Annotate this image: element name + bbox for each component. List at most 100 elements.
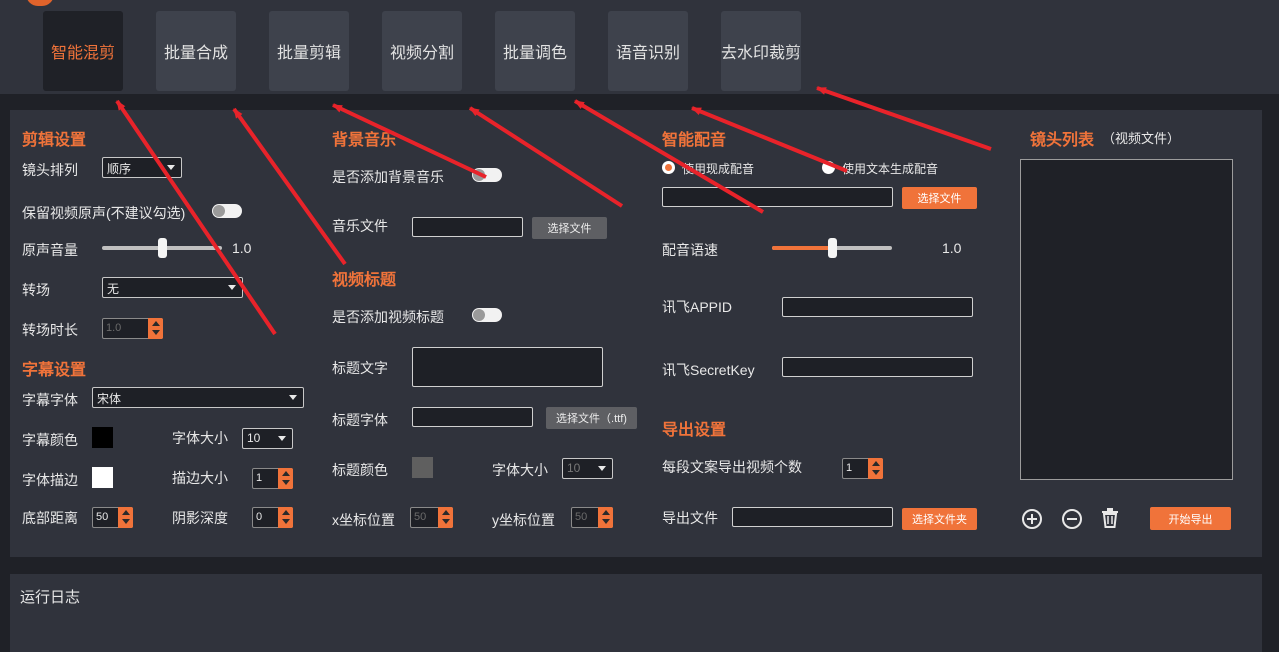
subtitle-font-value: 宋体 [97,392,122,406]
speech-speed-slider-fill [772,246,832,250]
transition-duration-stepper[interactable]: 1.0 [102,318,163,339]
tab-batch-color[interactable]: 批量调色 [495,11,575,91]
xunfei-appid-input[interactable] [782,297,973,317]
dubbing-existing-label: 使用现成配音 [682,162,755,176]
stroke-color-swatch[interactable] [92,467,113,488]
speech-speed-label: 配音语速 [662,242,718,258]
bgm-title: 背景音乐 [332,132,397,149]
title-color-label: 标题颜色 [332,462,388,478]
y-position-label: y坐标位置 [492,512,555,528]
chevron-down-icon [228,285,236,290]
minus-circle-icon[interactable] [1062,509,1082,529]
dubbing-title: 智能配音 [662,132,727,149]
export-count-stepper[interactable]: 1 [842,458,883,479]
export-choose-folder-button[interactable]: 选择文件夹 [902,508,977,530]
subtitle-size-label: 字体大小 [172,430,228,446]
top-tab-bar: 智能混剪 批量合成 批量剪辑 视频分割 批量调色 语音识别 去水印裁剪 [0,0,1279,94]
orig-volume-value: 1.0 [232,240,252,256]
dubbing-existing-radio[interactable] [662,161,675,174]
bottom-distance-stepper[interactable]: 50 [92,507,133,528]
shadow-depth-label: 阴影深度 [172,510,228,526]
export-file-label: 导出文件 [662,510,718,526]
stepper-arrows-icon[interactable] [278,468,293,489]
chevron-down-icon [167,165,175,170]
bgm-choose-file-button[interactable]: 选择文件 [532,217,607,239]
shot-order-value: 顺序 [107,162,132,176]
x-position-value: 50 [414,511,427,523]
shot-list-box[interactable] [1020,159,1233,480]
stepper-arrows-icon[interactable] [438,507,453,528]
transition-duration-value: 1.0 [106,322,122,334]
subtitle-font-select[interactable]: 宋体 [92,387,304,408]
video-title-title: 视频标题 [332,272,397,289]
edit-settings-title: 剪辑设置 [22,132,87,149]
bgm-add-label: 是否添加背景音乐 [332,169,444,185]
shot-list-title: 镜头列表 [1030,132,1095,149]
orig-volume-slider-thumb[interactable] [158,238,167,258]
stroke-size-stepper[interactable]: 1 [252,468,293,489]
title-size-label: 字体大小 [492,462,548,478]
dubbing-file-input[interactable] [662,187,893,207]
plus-circle-icon[interactable] [1022,509,1042,529]
transition-duration-label: 转场时长 [22,322,78,338]
xunfei-secretkey-label: 讯飞SecretKey [662,362,755,378]
subtitle-size-value: 10 [247,431,261,445]
title-font-choose-button[interactable]: 选择文件（.ttf) [546,407,637,429]
keep-audio-label: 保留视频原声(不建议勾选) [22,205,186,221]
transition-value: 无 [107,282,120,296]
stepper-arrows-icon[interactable] [868,458,883,479]
dubbing-choose-file-button[interactable]: 选择文件 [902,187,977,209]
speech-speed-slider[interactable] [772,238,892,258]
start-export-button[interactable]: 开始导出 [1150,507,1231,530]
x-position-stepper[interactable]: 50 [410,507,453,528]
subtitle-size-select[interactable]: 10 [242,428,293,449]
app-logo [26,0,54,6]
stepper-arrows-icon[interactable] [598,507,613,528]
keep-audio-toggle[interactable] [212,204,242,218]
tab-watermark-crop[interactable]: 去水印裁剪 [721,11,801,91]
orig-volume-label: 原声音量 [22,242,78,258]
title-font-label: 标题字体 [332,412,388,428]
title-text-label: 标题文字 [332,360,388,376]
export-settings-title: 导出设置 [662,422,727,439]
tab-batch-edit[interactable]: 批量剪辑 [269,11,349,91]
shadow-depth-stepper[interactable]: 0 [252,507,293,528]
dubbing-tts-radio[interactable] [822,161,835,174]
shot-order-select[interactable]: 顺序 [102,157,182,178]
title-size-select[interactable]: 10 [562,458,613,479]
speech-speed-slider-thumb[interactable] [828,238,837,258]
orig-volume-slider[interactable] [102,238,222,258]
shot-list-subtitle: （视频文件） [1102,131,1181,146]
title-size-value: 10 [567,461,581,475]
trash-icon[interactable] [1101,508,1119,528]
transition-select[interactable]: 无 [102,277,243,298]
title-color-swatch[interactable] [412,457,433,478]
settings-panel: 剪辑设置 镜头排列 顺序 保留视频原声(不建议勾选) 原声音量 1.0 转场 无… [10,110,1262,557]
video-title-add-toggle[interactable] [472,308,502,322]
stroke-size-value: 1 [256,472,263,484]
export-count-value: 1 [846,462,853,474]
tab-smart-mix[interactable]: 智能混剪 [43,11,123,91]
stepper-arrows-icon[interactable] [118,507,133,528]
video-title-add-label: 是否添加视频标题 [332,309,444,325]
title-font-input[interactable] [412,407,533,427]
subtitle-font-label: 字幕字体 [22,392,78,408]
tab-video-split[interactable]: 视频分割 [382,11,462,91]
xunfei-secretkey-input[interactable] [782,357,973,377]
stepper-arrows-icon[interactable] [278,507,293,528]
speech-speed-value: 1.0 [942,240,962,256]
stepper-arrows-icon[interactable] [148,318,163,339]
title-text-input[interactable] [412,347,603,387]
bgm-add-toggle[interactable] [472,168,502,182]
transition-label: 转场 [22,282,50,298]
tab-batch-compose[interactable]: 批量合成 [156,11,236,91]
export-file-input[interactable] [732,507,893,527]
tab-speech-recognition[interactable]: 语音识别 [608,11,688,91]
y-position-stepper[interactable]: 50 [571,507,613,528]
plus-v-stroke [1031,514,1033,524]
x-position-label: x坐标位置 [332,512,395,528]
dubbing-tts-label: 使用文本生成配音 [842,162,939,176]
subtitle-color-swatch[interactable] [92,427,113,448]
bgm-file-input[interactable] [412,217,523,237]
export-count-label: 每段文案导出视频个数 [662,459,802,475]
